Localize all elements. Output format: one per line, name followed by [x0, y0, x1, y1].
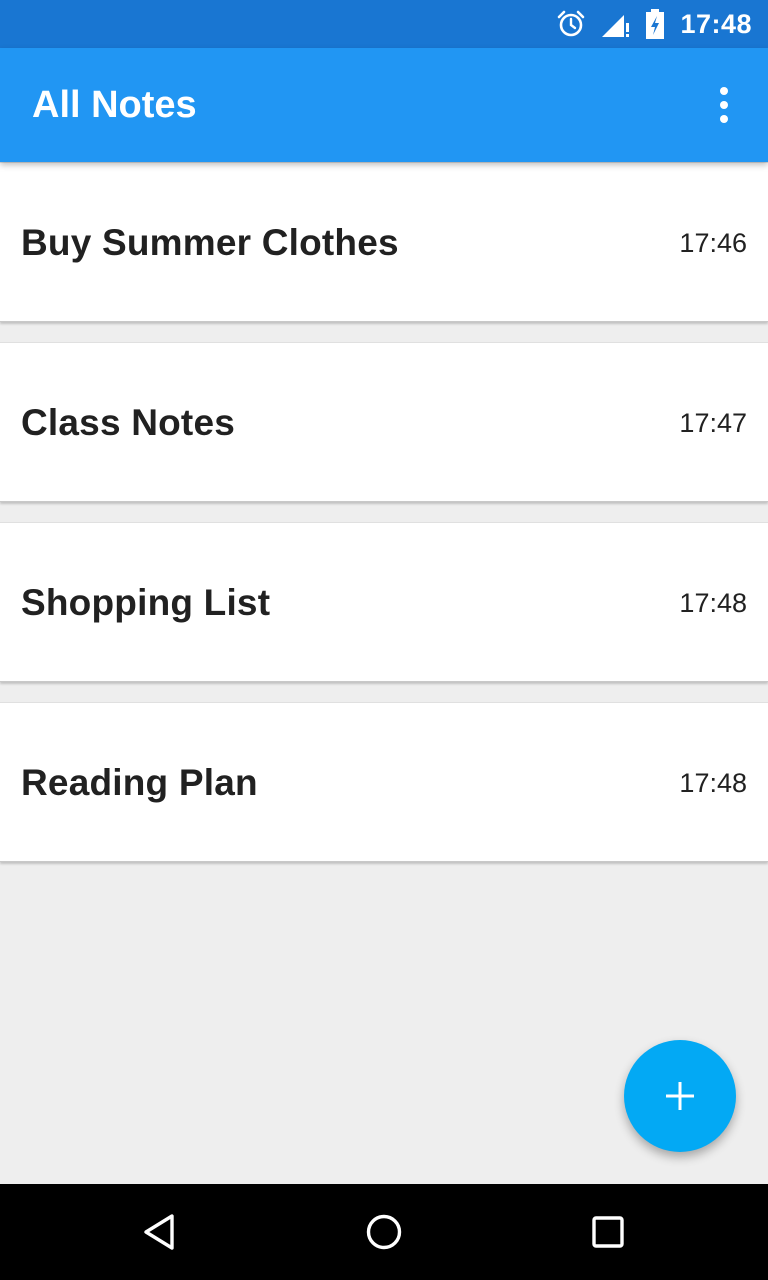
page-title: All Notes — [32, 84, 197, 126]
note-item[interactable]: Reading Plan 17:48 — [0, 702, 768, 862]
battery-icon — [646, 9, 665, 39]
note-item[interactable]: Class Notes 17:47 — [0, 342, 768, 502]
note-title: Class Notes — [21, 402, 236, 443]
status-time: 17:48 — [680, 8, 752, 39]
recents-button[interactable] — [584, 1208, 632, 1256]
app-bar: All Notes — [0, 48, 768, 162]
status-bar: 17:48 — [0, 0, 768, 48]
status-icons: 17:48 — [556, 0, 752, 48]
alarm-icon — [558, 10, 585, 37]
more-vert-icon — [720, 87, 728, 95]
add-icon — [666, 1082, 694, 1110]
add-note-button[interactable] — [624, 1040, 736, 1152]
note-title: Shopping List — [21, 582, 271, 623]
back-icon — [144, 1214, 174, 1250]
note-time: 17:46 — [679, 228, 747, 258]
more-vert-icon-dot — [720, 115, 728, 123]
note-item[interactable]: Buy Summer Clothes 17:46 — [0, 162, 768, 322]
recents-icon — [592, 1216, 624, 1248]
home-button[interactable] — [360, 1208, 408, 1256]
navigation-bar — [0, 1184, 768, 1280]
back-button[interactable] — [136, 1208, 184, 1256]
signal-icon — [602, 15, 630, 37]
note-title: Buy Summer Clothes — [21, 222, 399, 263]
note-title: Reading Plan — [21, 762, 258, 803]
more-options-button[interactable] — [700, 77, 748, 133]
note-time: 17:47 — [679, 408, 747, 438]
note-item[interactable]: Shopping List 17:48 — [0, 522, 768, 682]
more-vert-icon-dot — [720, 101, 728, 109]
note-time: 17:48 — [679, 768, 747, 798]
home-icon — [366, 1214, 402, 1250]
note-time: 17:48 — [679, 588, 747, 618]
